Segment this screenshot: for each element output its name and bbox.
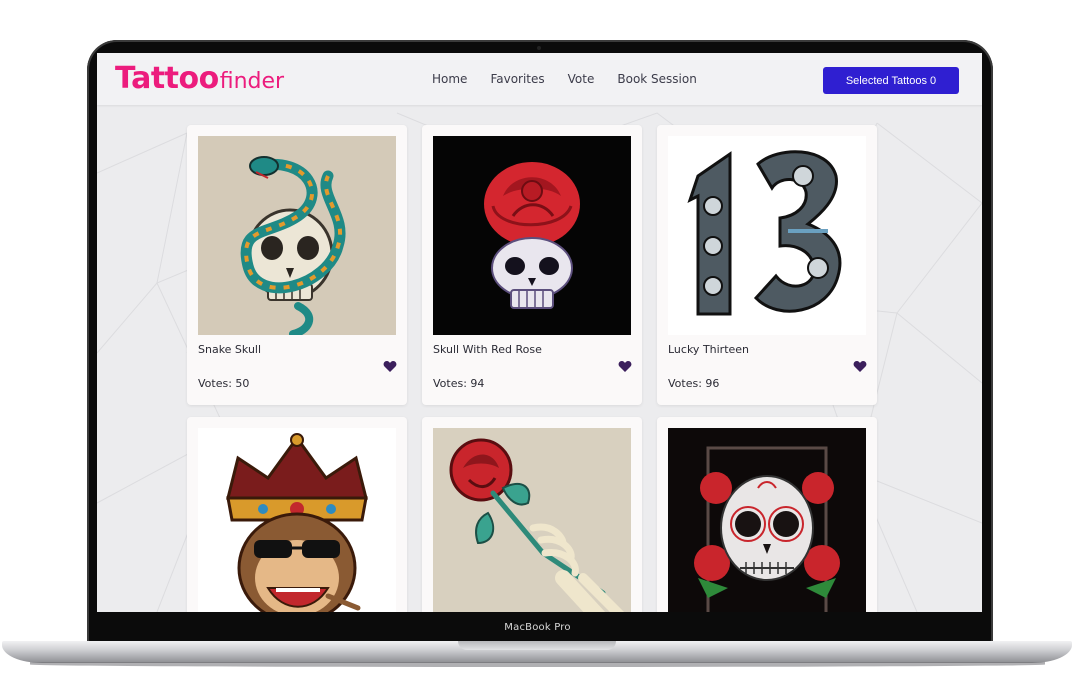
rose-skull-icon[interactable] <box>433 136 631 335</box>
logo-bold-text: Tattoo <box>115 61 219 96</box>
tattoo-card[interactable] <box>657 417 877 612</box>
card-title: Lucky Thirteen <box>668 343 750 356</box>
card-votes: Votes: 50 <box>198 377 250 390</box>
tattoo-card[interactable] <box>422 417 642 612</box>
nav-favorites-link[interactable]: Favorites <box>490 72 544 86</box>
browser-screen: Tattoo finder Home Favorites Vote Book S… <box>97 53 982 612</box>
heart-icon[interactable] <box>853 360 867 373</box>
nav-home-link[interactable]: Home <box>432 72 467 86</box>
logo[interactable]: Tattoo finder <box>115 61 284 96</box>
selected-tattoos-button[interactable]: Selected Tattoos 0 <box>823 67 959 94</box>
skeleton-hand-rose-icon[interactable] <box>433 428 631 612</box>
device-label: MacBook Pro <box>504 622 571 633</box>
tattoo-card[interactable]: Lucky Thirteen Votes: 96 <box>657 125 877 405</box>
tattoo-card[interactable]: Skull With Red Rose Votes: 94 <box>422 125 642 405</box>
card-title: Snake Skull <box>198 343 262 356</box>
navbar: Tattoo finder Home Favorites Vote Book S… <box>97 53 982 105</box>
crowned-monkey-icon[interactable] <box>198 428 396 612</box>
sugar-skull-icon[interactable] <box>668 428 866 612</box>
tattoo-card[interactable] <box>187 417 407 612</box>
snake-skull-icon[interactable] <box>198 136 396 335</box>
nav-vote-link[interactable]: Vote <box>568 72 595 86</box>
camera-icon <box>537 46 541 50</box>
card-votes: Votes: 94 <box>433 377 485 390</box>
nav-book-session-link[interactable]: Book Session <box>617 72 696 86</box>
laptop-shadow <box>30 662 1045 667</box>
laptop-notch <box>458 641 616 650</box>
card-title: Skull With Red Rose <box>433 343 542 356</box>
nav-links: Home Favorites Vote Book Session <box>432 72 720 86</box>
card-votes: Votes: 96 <box>668 377 720 390</box>
tattoo-card[interactable]: Snake Skull Votes: 50 <box>187 125 407 405</box>
logo-light-text: finder <box>219 69 285 94</box>
lucky-thirteen-icon[interactable] <box>668 136 866 335</box>
heart-icon[interactable] <box>383 360 397 373</box>
heart-icon[interactable] <box>618 360 632 373</box>
